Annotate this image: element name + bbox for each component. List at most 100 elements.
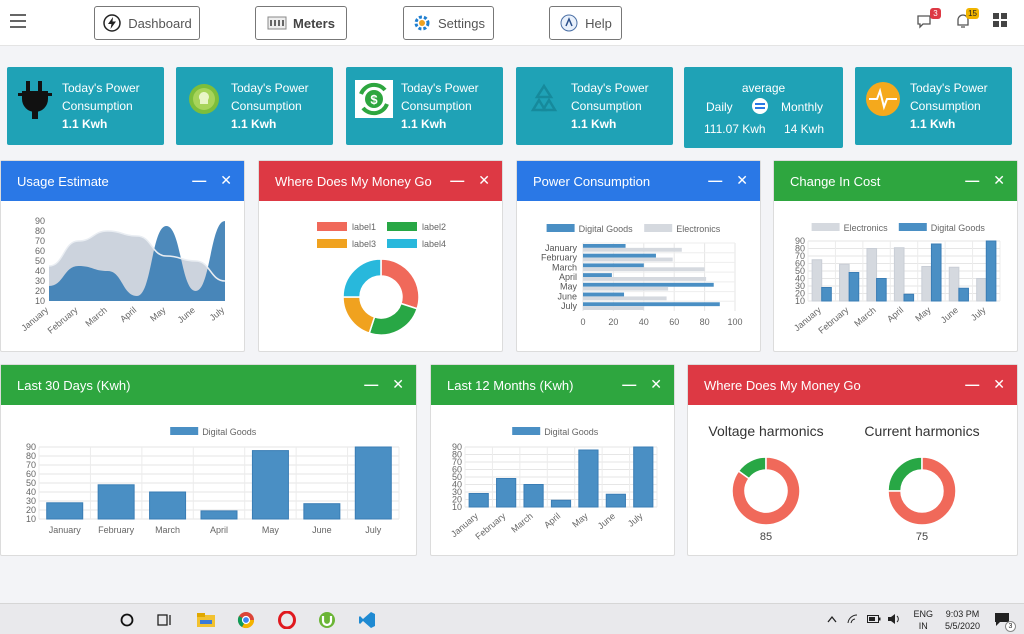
battery-icon[interactable] — [867, 614, 881, 625]
x-tick-label: July — [208, 305, 227, 323]
last12-bar-chart: 102030405060708090JanuaryFebruary March Ap… — [449, 427, 658, 542]
stat-card-2[interactable]: Today's Power Consumption 1.1 Kwh — [176, 67, 333, 145]
search-circle-icon[interactable] — [116, 609, 138, 631]
stat-card-4[interactable]: Today's Power Consumption 1.1 Kwh — [516, 67, 673, 145]
pulse-icon — [863, 79, 903, 119]
language-indicator[interactable]: ENG IN — [913, 608, 933, 632]
dashboard-label: Dashboard — [128, 15, 192, 31]
x-tick-label: 100 — [727, 317, 742, 327]
last30-bar-chart: 102030405060708090 January February March Ap… — [26, 427, 400, 535]
y-tick-label: April — [559, 272, 577, 282]
bar — [46, 502, 84, 520]
clock[interactable]: 9:03 PM 5/5/2020 — [945, 608, 980, 632]
legend-swatch — [317, 239, 347, 248]
minimize-button[interactable]: — — [364, 376, 378, 393]
x-tick-label: 20 — [608, 317, 618, 327]
close-button[interactable]: ✕ — [220, 172, 232, 189]
chevron-up-icon[interactable] — [827, 615, 837, 625]
help-button[interactable]: Help — [549, 6, 622, 40]
notification-icon[interactable]: 3 — [994, 611, 1016, 632]
minimize-button[interactable]: — — [965, 376, 979, 393]
legend-swatch — [387, 222, 417, 231]
stat-card-5[interactable]: Today's Power Consumption 1.1 Kwh — [855, 67, 1012, 145]
x-tick-label: April — [885, 305, 905, 324]
x-tick-label: February — [816, 305, 850, 336]
bar — [583, 244, 626, 248]
gear-icon — [412, 13, 432, 33]
recycle-icon — [524, 79, 564, 119]
plug-icon — [15, 79, 55, 119]
y-tick-label: June — [557, 291, 577, 301]
panel-title: Where Does My Money Go — [704, 377, 861, 393]
vscode-icon[interactable] — [356, 609, 378, 631]
utorrent-icon[interactable] — [316, 609, 338, 631]
legend-swatch — [898, 223, 927, 231]
close-button[interactable]: ✕ — [392, 376, 404, 393]
bar — [930, 243, 942, 302]
bar — [583, 267, 705, 272]
close-button[interactable]: ✕ — [993, 376, 1005, 393]
opera-icon[interactable] — [276, 609, 298, 631]
value-label: 85 — [760, 531, 772, 543]
bar — [985, 240, 997, 302]
legend-label: Electronics — [844, 223, 889, 233]
messages-icon[interactable]: 3 — [916, 8, 941, 30]
bar — [876, 278, 887, 302]
close-button[interactable]: ✕ — [993, 172, 1005, 189]
windows-taskbar: ENG IN 9:03 PM 5/5/2020 3 — [0, 603, 1024, 634]
y-tick-label: 90 — [795, 236, 805, 246]
stat-card-3[interactable]: $ Today's Power Consumption 1.1 Kwh — [346, 67, 503, 145]
bar — [303, 503, 341, 520]
close-button[interactable]: ✕ — [736, 172, 748, 189]
close-button[interactable]: ✕ — [478, 172, 490, 189]
bar — [149, 491, 187, 520]
menu-icon[interactable] — [10, 14, 26, 28]
power-hbar-chart: Digital Goods Electronics 0 20 40 60 80 100 Janu… — [541, 224, 743, 327]
swap-icon — [751, 97, 769, 115]
stat-card-1[interactable]: Today's Power Consumption 1.1 Kwh — [7, 67, 164, 145]
cost-bar-chart: 102030405060708090JanuaryFebruary March Ap… — [792, 223, 1001, 336]
minimize-button[interactable]: — — [192, 172, 206, 189]
dashboard-button[interactable]: Dashboard — [94, 6, 200, 40]
minimize-button[interactable]: — — [708, 172, 722, 189]
bar — [583, 257, 673, 262]
settings-button[interactable]: Settings — [403, 6, 494, 40]
legend-swatch — [644, 224, 673, 232]
x-tick-label: July — [969, 305, 988, 323]
monthly-label: Monthly — [781, 100, 824, 114]
panel-title: Last 30 Days (Kwh) — [17, 377, 131, 393]
bar — [583, 296, 667, 301]
wifi-icon[interactable] — [847, 613, 859, 626]
minimize-button[interactable]: — — [622, 376, 636, 393]
minimize-button[interactable]: — — [965, 172, 979, 189]
average-title: average — [741, 81, 786, 95]
task-view-icon[interactable] — [154, 609, 176, 631]
y-tick-label: 90 — [452, 442, 462, 452]
chrome-icon[interactable] — [235, 609, 257, 631]
messages-badge: 3 — [930, 8, 941, 19]
bar — [251, 450, 289, 520]
donut-slice — [368, 302, 419, 336]
bell-icon[interactable]: 15 — [954, 8, 979, 30]
legend-label: Digital Goods — [931, 223, 986, 233]
minimize-button[interactable]: — — [450, 172, 464, 189]
y-tick-label: 70 — [35, 236, 45, 246]
legend-swatch — [546, 224, 575, 232]
stat-value: 1.1 Kwh — [910, 117, 956, 131]
x-tick-label: June — [312, 525, 332, 535]
legend-label: Electronics — [676, 224, 721, 234]
bar — [583, 302, 720, 307]
settings-label: Settings — [438, 15, 485, 31]
grid-icon[interactable] — [992, 12, 1010, 30]
legend-label: label3 — [352, 239, 376, 249]
close-button[interactable]: ✕ — [650, 376, 662, 393]
panel-title: Last 12 Months (Kwh) — [447, 377, 574, 393]
x-tick-label: 60 — [669, 317, 679, 327]
file-explorer-icon[interactable] — [195, 609, 217, 631]
volume-icon[interactable] — [887, 613, 901, 626]
bar — [468, 493, 489, 508]
bar — [893, 247, 905, 302]
average-card[interactable]: average Daily Monthly 111.07 Kwh 14 Kwh — [684, 67, 843, 148]
top-navbar: Dashboard Meters Settings Help 3 15 — [0, 0, 1024, 46]
meters-button[interactable]: Meters — [255, 6, 347, 40]
